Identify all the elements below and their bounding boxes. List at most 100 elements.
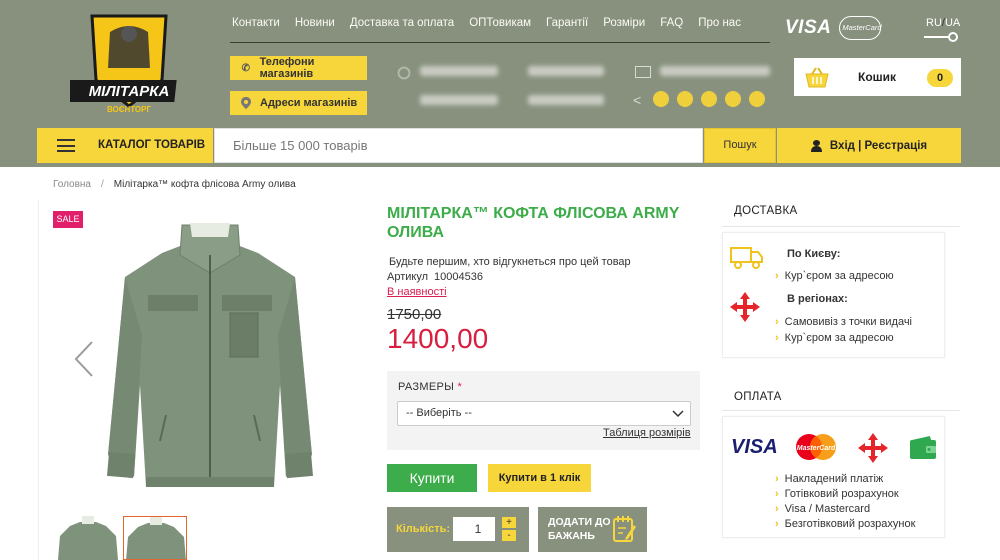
search-button[interactable]: Пошук (704, 128, 776, 163)
basket-icon (805, 67, 829, 88)
chevron-right-icon: › (775, 503, 779, 515)
instagram-icon[interactable] (701, 91, 717, 107)
quantity-increase-button[interactable]: + (502, 517, 516, 528)
one-click-buy-button[interactable]: Купити в 1 клік (488, 464, 591, 492)
chevron-right-icon: › (775, 270, 779, 282)
payment-option: › Visa / Mastercard (775, 503, 871, 515)
telegram-icon[interactable] (749, 91, 765, 107)
phone-icon: ✆ (241, 62, 250, 74)
nav-sizes[interactable]: Розміри (603, 17, 645, 29)
chevron-right-icon: › (775, 488, 779, 500)
store-addresses-button[interactable]: Адреси магазинів (230, 91, 367, 115)
nav-about[interactable]: Про нас (698, 17, 741, 29)
blurred-email[interactable] (660, 66, 770, 76)
breadcrumb: Головна / Мілітарка™ кофта флісова Army … (53, 179, 296, 190)
stock-status[interactable]: В наявності (387, 286, 447, 298)
chevron-right-icon: › (775, 473, 779, 485)
social-links (653, 91, 765, 107)
language-toggle[interactable] (924, 32, 958, 42)
delivery-divider (722, 226, 960, 227)
nav-wholesale[interactable]: ОПТовикам (469, 17, 531, 29)
delivery-kyiv-heading: По Києву: (787, 248, 841, 260)
hamburger-icon (57, 139, 75, 152)
sku-label: Артикул (387, 271, 429, 283)
catalog-menu-button[interactable]: КАТАЛОГ ТОВАРІВ (37, 128, 213, 163)
svg-text:MasterCard: MasterCard (797, 445, 836, 452)
share-icon: < (633, 92, 642, 108)
facebook-icon[interactable] (653, 91, 669, 107)
mastercard-logo: MasterCard (796, 434, 836, 460)
map-pin-icon (240, 97, 252, 109)
gallery-prev-arrow[interactable] (72, 340, 98, 378)
wishlist-label: ДОДАТИ ДО БАЖАНЬ (548, 516, 611, 542)
payment-title: ОПЛАТА (734, 391, 782, 403)
store-phones-button[interactable]: ✆ Телефони магазинів (230, 56, 367, 80)
blurred-phone (420, 95, 498, 105)
buy-button[interactable]: Купити (387, 464, 477, 492)
phone-icon (398, 67, 410, 79)
quantity-decrease-button[interactable]: - (502, 530, 516, 541)
product-title: МІЛІТАРКА™ КОФТА ФЛІСОВА ARMY ОЛИВА (387, 205, 680, 241)
top-nav: Контакти Новини Доставка та оплата ОПТов… (232, 17, 741, 29)
wallet-icon (910, 436, 936, 459)
quantity-input[interactable] (453, 517, 495, 541)
search-input[interactable] (214, 128, 703, 163)
nav-news[interactable]: Новини (295, 17, 335, 29)
sale-badge: SALE (53, 211, 83, 228)
lang-ru[interactable]: RU (926, 17, 942, 29)
old-price: 1750,00 (387, 306, 442, 323)
visa-logo: VISA (731, 436, 778, 458)
breadcrumb-current: Мілітарка™ кофта флісова Army олива (113, 179, 296, 190)
reviews-prompt[interactable]: Будьте першим, хто відгукнеться про цей … (389, 256, 631, 268)
header-payment-logos: VISA MasterCard (785, 16, 882, 40)
catalog-label: КАТАЛОГ ТОВАРІВ (98, 139, 206, 151)
login-register-button[interactable]: Вхід | Реєстрація (777, 128, 961, 163)
product-thumbnail-1[interactable] (56, 516, 120, 560)
size-chart-link[interactable]: Таблиця розмірів (603, 427, 691, 439)
delivery-regions-heading: В регіонах: (787, 293, 848, 305)
delivery-kyiv-option: › Кур`єром за адресою (775, 270, 894, 282)
blurred-phone (528, 66, 604, 76)
product-image[interactable] (90, 215, 330, 505)
nova-poshta-icon (858, 433, 888, 463)
blurred-phone (420, 66, 498, 76)
payment-option: › Накладений платіж (775, 473, 884, 485)
nav-faq[interactable]: FAQ (660, 17, 683, 29)
nova-poshta-icon (730, 292, 760, 322)
size-label: РАЗМЕРЫ * (398, 381, 463, 393)
delivery-title: ДОСТАВКА (734, 205, 798, 217)
delivery-truck-icon (730, 247, 763, 269)
blurred-phone (528, 95, 604, 105)
svg-text:ВОЄНТОРГ: ВОЄНТОРГ (107, 105, 152, 114)
product-sku: Артикул 10004536 (387, 271, 483, 283)
wishlist-notepad-icon (613, 516, 636, 542)
breadcrumb-separator: / (101, 179, 104, 190)
cart-label: Кошик (858, 70, 897, 84)
lang-ua[interactable]: UA (945, 17, 960, 29)
youtube-icon[interactable] (725, 91, 741, 107)
payment-option: › Готівковий розрахунок (775, 488, 899, 500)
payment-divider (722, 410, 960, 411)
product-thumbnail-2[interactable] (123, 516, 187, 560)
sku-value: 10004536 (434, 271, 483, 283)
size-select[interactable]: -- Виберіть -- (397, 401, 691, 426)
chevron-right-icon: › (775, 332, 779, 344)
cart-count-badge: 0 (927, 69, 953, 87)
nav-warranty[interactable]: Гарантії (546, 17, 588, 29)
mastercard-logo: MasterCard (839, 16, 882, 40)
nav-contacts[interactable]: Контакти (232, 17, 280, 29)
breadcrumb-home[interactable]: Головна (53, 179, 91, 190)
mail-icon (635, 66, 651, 78)
twitter-icon[interactable] (677, 91, 693, 107)
delivery-regions-option: › Самовивіз з точки видачі (775, 316, 913, 328)
chevron-right-icon: › (775, 316, 779, 328)
chevron-right-icon: › (775, 518, 779, 530)
current-price: 1400,00 (387, 323, 489, 354)
user-icon (810, 139, 822, 152)
language-switcher[interactable]: RU/UA (926, 17, 960, 29)
required-mark: * (457, 381, 463, 393)
nav-delivery[interactable]: Доставка та оплата (350, 17, 454, 29)
visa-logo: VISA (785, 17, 832, 38)
svg-text:МІЛІТАРКА: МІЛІТАРКА (89, 83, 170, 100)
site-logo[interactable]: МІЛІТАРКА ВОЄНТОРГ (70, 10, 188, 120)
